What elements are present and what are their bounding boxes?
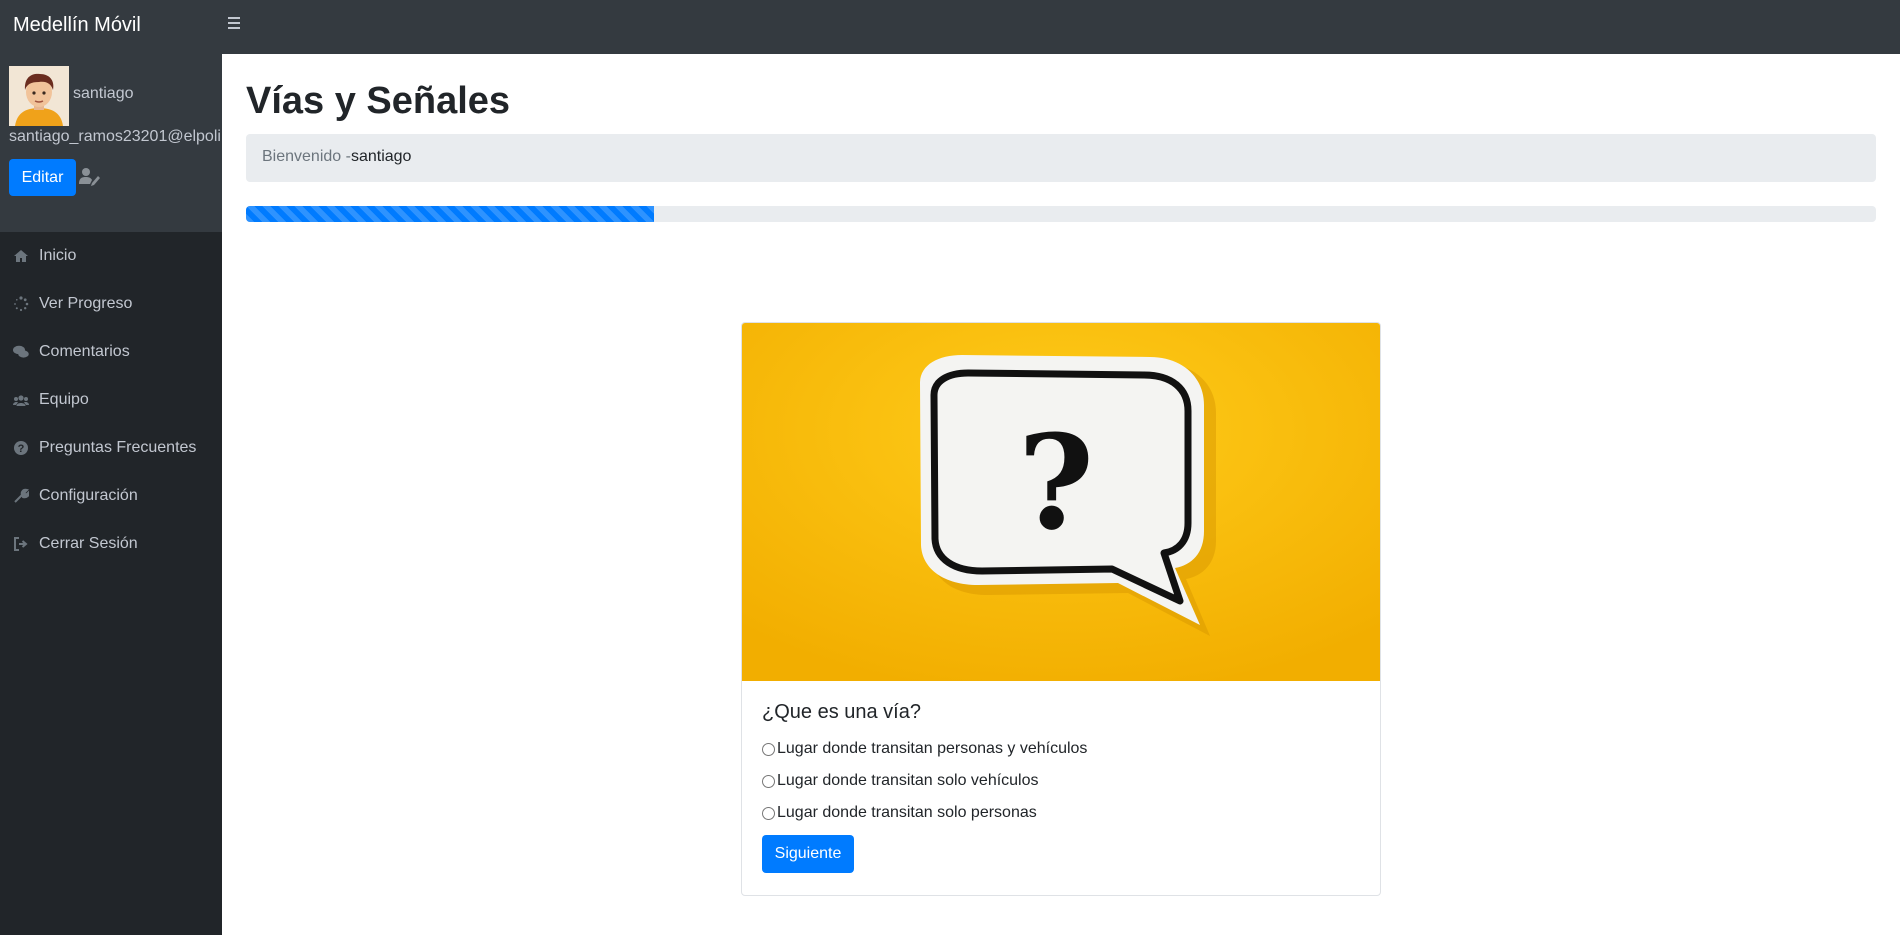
sidebar-item-inicio[interactable]: Inicio (0, 232, 222, 280)
sidebar: santiago santiago_ramos23201@elpoli.edu.… (0, 54, 222, 935)
spinner-icon (13, 296, 29, 312)
answer-radio[interactable] (762, 806, 775, 820)
top-navbar: Medellín Móvil (0, 0, 1900, 54)
sidebar-item-equipo[interactable]: Equipo (0, 376, 222, 424)
menu-toggle-icon[interactable] (228, 14, 246, 34)
next-button[interactable]: Siguiente (762, 835, 854, 873)
user-name: santiago (73, 85, 134, 102)
users-icon (13, 392, 29, 408)
sidebar-item-label: Comentarios (39, 343, 130, 360)
quiz-card: ? ¿Que es una vía? Lugar donde transitan… (741, 322, 1381, 896)
sidebar-item-label: Equipo (39, 391, 89, 408)
sidebar-item-comentarios[interactable]: Comentarios (0, 328, 222, 376)
page-title: Vías y Señales (246, 80, 511, 122)
breadcrumb: Bienvenido -santiago (246, 134, 1876, 182)
answer-option[interactable]: Lugar donde transitan solo vehículos (762, 772, 1039, 790)
home-icon (13, 248, 29, 264)
answer-label: Lugar donde transitan personas y vehícul… (777, 740, 1088, 757)
user-panel: santiago santiago_ramos23201@elpoli.edu.… (0, 54, 222, 232)
sign-out-icon (13, 536, 29, 552)
answer-label: Lugar donde transitan solo vehículos (777, 772, 1039, 789)
edit-profile-button[interactable]: Editar (9, 159, 76, 196)
sidebar-item-label: Ver Progreso (39, 295, 133, 312)
question-image: ? (742, 323, 1380, 681)
answer-radio[interactable] (762, 742, 775, 756)
comments-icon (13, 344, 29, 360)
main-content: Vías y Señales Bienvenido -santiago ? ¿Q… (222, 54, 1900, 935)
user-edit-icon[interactable] (79, 166, 101, 186)
sidebar-item-preguntas-frecuentes[interactable]: ? Preguntas Frecuentes (0, 424, 222, 472)
breadcrumb-user: santiago (350, 148, 412, 165)
brand-title[interactable]: Medellín Móvil (13, 14, 141, 37)
question-text: ¿Que es una vía? (762, 701, 921, 723)
sidebar-nav: Inicio Ver Progreso Comentarios Equipo ?… (0, 232, 222, 568)
quiz-progress (246, 206, 1876, 222)
sidebar-item-label: Inicio (39, 247, 77, 264)
sidebar-item-label: Cerrar Sesión (39, 535, 138, 552)
sidebar-item-ver-progreso[interactable]: Ver Progreso (0, 280, 222, 328)
answer-label: Lugar donde transitan solo personas (777, 804, 1037, 821)
answer-option[interactable]: Lugar donde transitan personas y vehícul… (762, 740, 1087, 758)
breadcrumb-prefix: Bienvenido - (262, 148, 351, 165)
answer-radio[interactable] (762, 774, 775, 788)
sidebar-item-cerrar-sesion[interactable]: Cerrar Sesión (0, 520, 222, 568)
question-circle-icon: ? (13, 440, 29, 456)
sidebar-item-configuracion[interactable]: Configuración (0, 472, 222, 520)
avatar (9, 66, 69, 126)
sidebar-item-label: Configuración (39, 487, 138, 504)
wrench-icon (13, 488, 29, 504)
quiz-progress-bar (246, 206, 654, 222)
user-email: santiago_ramos23201@elpoli.edu.co (9, 128, 222, 145)
svg-text:?: ? (1018, 406, 1094, 559)
svg-text:?: ? (18, 443, 25, 455)
answer-option[interactable]: Lugar donde transitan solo personas (762, 804, 1037, 822)
sidebar-item-label: Preguntas Frecuentes (39, 439, 197, 456)
